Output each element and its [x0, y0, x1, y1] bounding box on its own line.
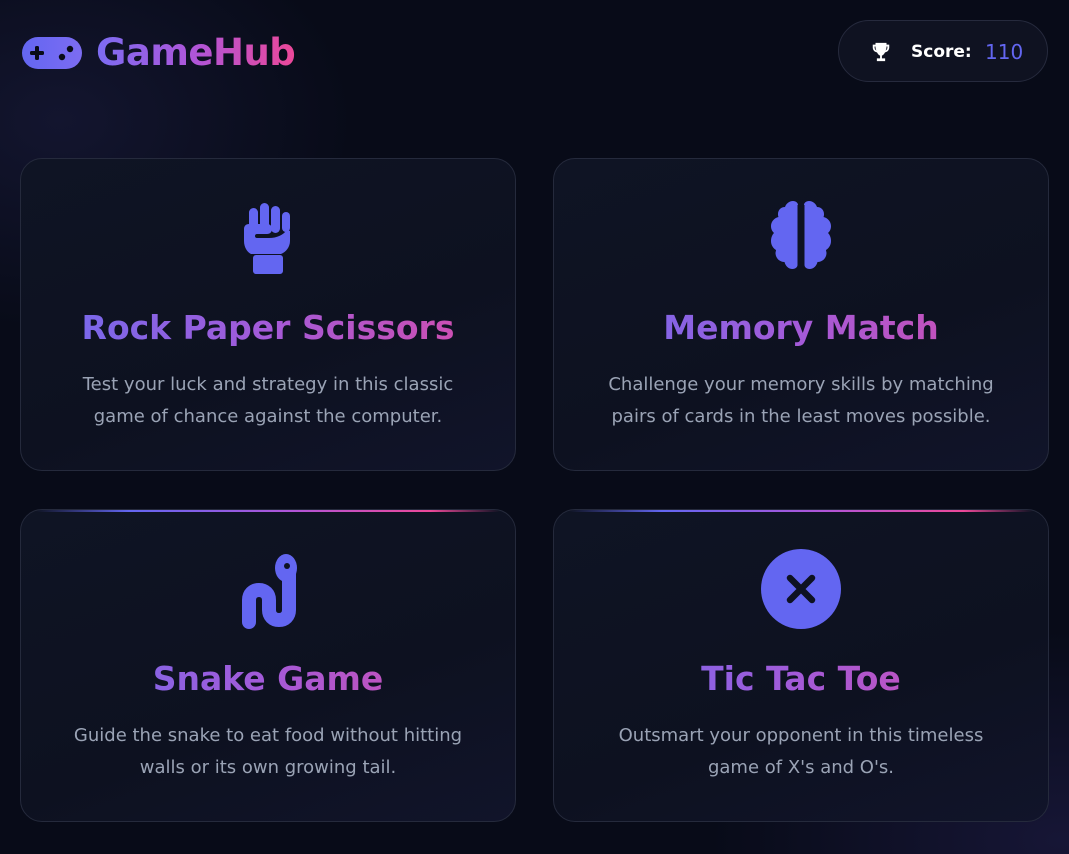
x-circle-icon — [761, 549, 841, 629]
game-card-tic-tac-toe[interactable]: Tic Tac Toe Outsmart your opponent in th… — [553, 509, 1049, 822]
game-description: Outsmart your opponent in this timeless … — [618, 725, 984, 778]
game-title: Memory Match — [554, 307, 1048, 349]
trophy-icon — [872, 42, 890, 62]
game-title: Snake Game — [21, 658, 515, 700]
gamepad-icon — [22, 37, 82, 69]
snake-icon — [242, 554, 297, 629]
brand-logo[interactable]: GameHub — [20, 28, 296, 78]
brand-name: GameHub — [96, 28, 296, 78]
game-description: Challenge your memory skills by matching… — [608, 374, 994, 427]
score-display: Score: 110 — [838, 20, 1048, 82]
game-description: Test your luck and strategy in this clas… — [82, 374, 454, 427]
game-card-memory-match[interactable]: Memory Match Challenge your memory skill… — [553, 158, 1049, 471]
score-value: 110 — [985, 40, 1024, 64]
game-card-snake[interactable]: Snake Game Guide the snake to eat food w… — [20, 509, 516, 822]
game-title: Rock Paper Scissors — [21, 307, 515, 349]
score-label: Score: — [911, 42, 972, 62]
game-card-rock-paper-scissors[interactable]: Rock Paper Scissors Test your luck and s… — [20, 158, 516, 471]
game-title: Tic Tac Toe — [554, 658, 1048, 700]
brain-icon — [771, 201, 831, 269]
game-description: Guide the snake to eat food without hitt… — [73, 725, 463, 778]
fist-icon — [244, 203, 290, 274]
